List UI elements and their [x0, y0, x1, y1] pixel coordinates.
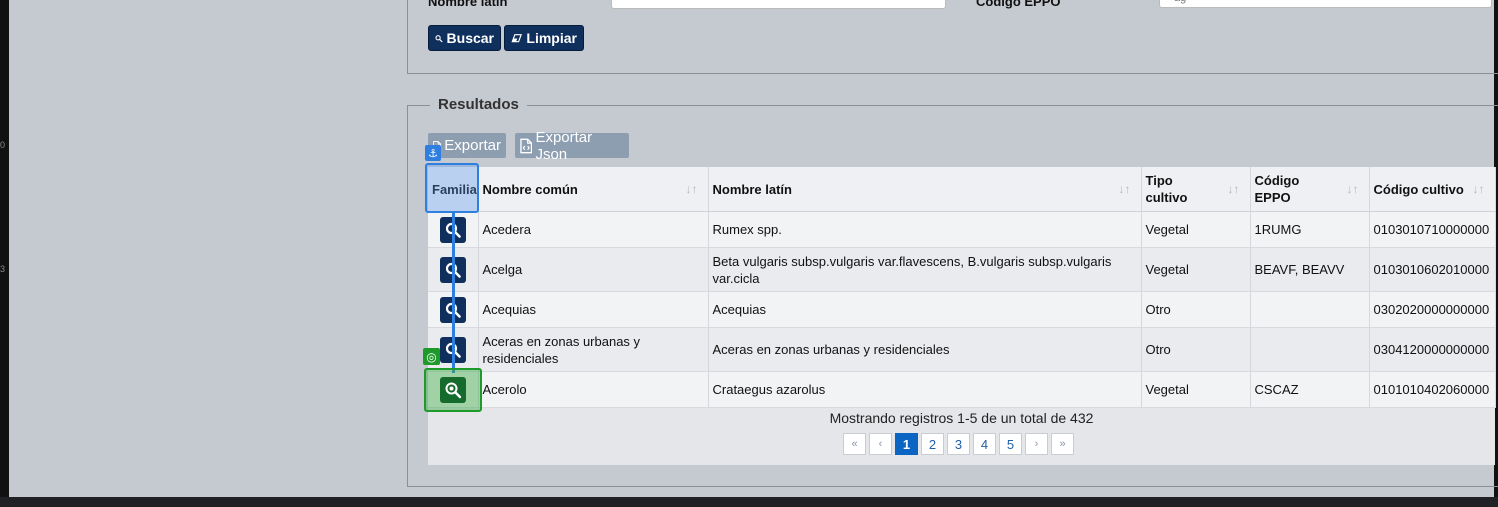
eppo-code-cell — [1250, 291, 1370, 328]
crop-type-cell: Otro — [1141, 291, 1251, 328]
anchor-icon: ⚓ — [425, 145, 441, 161]
crop-type-cell: Vegetal — [1141, 247, 1251, 292]
sort-icon: ↓↑ — [685, 182, 698, 196]
common-name-cell: Aceras en zonas urbanas y residenciales — [478, 327, 709, 372]
view-details-button[interactable] — [440, 377, 466, 403]
drag-connector-line — [452, 213, 455, 373]
table-row: Aceras en zonas urbanas y residenciales … — [428, 327, 1496, 372]
edge-mark: 3 — [0, 264, 6, 274]
page-4-button[interactable]: 4 — [973, 433, 996, 455]
latin-name-cell: Crataegus azarolus — [708, 371, 1142, 408]
common-name-cell: Acequias — [478, 291, 709, 328]
common-name-cell: Acerolo — [478, 371, 709, 408]
page-3-button[interactable]: 3 — [947, 433, 970, 455]
crop-code-cell: 0302020000000000 — [1369, 291, 1496, 328]
crop-code-cell: 0103010710000000 — [1369, 211, 1496, 248]
eraser-icon — [511, 33, 522, 42]
file-json-icon — [520, 138, 533, 153]
common-name-cell: Acelga — [478, 247, 709, 292]
eppo-code-cell — [1250, 327, 1370, 372]
latin-name-cell: Rumex spp. — [708, 211, 1142, 248]
page-5-button[interactable]: 5 — [999, 433, 1022, 455]
eppo-code-cell: 1RUMG — [1250, 211, 1370, 248]
crop-code-cell: 0304120000000000 — [1369, 327, 1496, 372]
column-header-common-name[interactable]: Nombre común ↓↑ — [478, 167, 709, 212]
sort-icon: ↓↑ — [1118, 182, 1131, 196]
column-header-crop-code[interactable]: Código cultivo ↓↑ — [1369, 167, 1496, 212]
target-search-icon — [445, 382, 462, 399]
common-name-cell: Acedera — [478, 211, 709, 248]
pagination: « ‹ 1 2 3 4 5 › » — [843, 433, 1074, 455]
latin-name-cell: Beta vulgaris subsp.vulgaris var.flavesc… — [708, 247, 1142, 292]
crop-type-cell: Vegetal — [1141, 371, 1251, 408]
anchor-highlight — [425, 163, 479, 213]
sort-icon: ↓↑ — [1346, 182, 1359, 196]
page-last-button[interactable]: » — [1051, 433, 1074, 455]
target-icon: ◎ — [423, 348, 440, 365]
search-icon — [435, 34, 443, 42]
crop-type-cell: Vegetal — [1141, 211, 1251, 248]
results-table: Familia Nombre común ↓↑ Nombre latín ↓↑ Ti… — [428, 167, 1496, 408]
crop-code-cell: 0101010402060000 — [1369, 371, 1496, 408]
results-table-panel: Familia Nombre común ↓↑ Nombre latín ↓↑ Ti… — [428, 167, 1496, 465]
column-header-latin-name[interactable]: Nombre latín ↓↑ — [708, 167, 1142, 212]
column-header-crop-type[interactable]: Tipo cultivo ↓↑ — [1141, 167, 1251, 212]
search-button-label: Buscar — [446, 30, 494, 46]
eppo-code-cell: CSCAZ — [1250, 371, 1370, 408]
clear-button-label: Limpiar — [526, 30, 577, 46]
export-button-label: Exportar — [444, 137, 501, 154]
latin-name-cell: Aceras en zonas urbanas y residenciales — [708, 327, 1142, 372]
sort-icon: ↓↑ — [1472, 182, 1485, 196]
crop-type-cell: Otro — [1141, 327, 1251, 372]
crop-code-cell: 0103010602010000 — [1369, 247, 1496, 292]
taskbar — [0, 497, 1498, 507]
table-row: Acelga Beta vulgaris subsp.vulgaris var.… — [428, 247, 1496, 292]
edge-mark: 0 — [0, 140, 6, 150]
page-prev-button[interactable]: ‹ — [869, 433, 892, 455]
left-window-edge: 0 3 — [0, 0, 9, 497]
column-header-eppo-code[interactable]: Código EPPO ↓↑ — [1250, 167, 1370, 212]
export-json-button-label: Exportar Json — [535, 128, 593, 163]
page-1-button[interactable]: 1 — [895, 433, 918, 455]
table-row: Acedera Rumex spp. Vegetal 1RUMG 0103010… — [428, 211, 1496, 248]
page-first-button[interactable]: « — [843, 433, 866, 455]
export-json-button[interactable]: Exportar Json — [515, 129, 629, 163]
latin-name-label: Nombre latín — [428, 0, 508, 9]
sort-icon: ↓↑ — [1227, 182, 1240, 196]
table-row: Acequias Acequias Otro 0302020000000000 — [428, 291, 1496, 328]
results-legend: Resultados — [430, 96, 527, 113]
table-row: Acerolo Crataegus azarolus Vegetal CSCAZ… — [428, 371, 1496, 408]
clear-button[interactable]: Limpiar — [504, 25, 584, 51]
eppo-code-cell: BEAVF, BEAVV — [1250, 247, 1370, 292]
page-next-button[interactable]: › — [1025, 433, 1048, 455]
latin-name-input[interactable] — [611, 0, 946, 9]
page-2-button[interactable]: 2 — [921, 433, 944, 455]
eppo-code-label: Código EPPO — [976, 0, 1061, 9]
records-info: Mostrando registros 1-5 de un total de 4… — [829, 410, 1094, 426]
eppo-code-input[interactable]: ag — [1159, 0, 1492, 8]
latin-name-cell: Acequias — [708, 291, 1142, 328]
search-button[interactable]: Buscar — [428, 25, 501, 51]
